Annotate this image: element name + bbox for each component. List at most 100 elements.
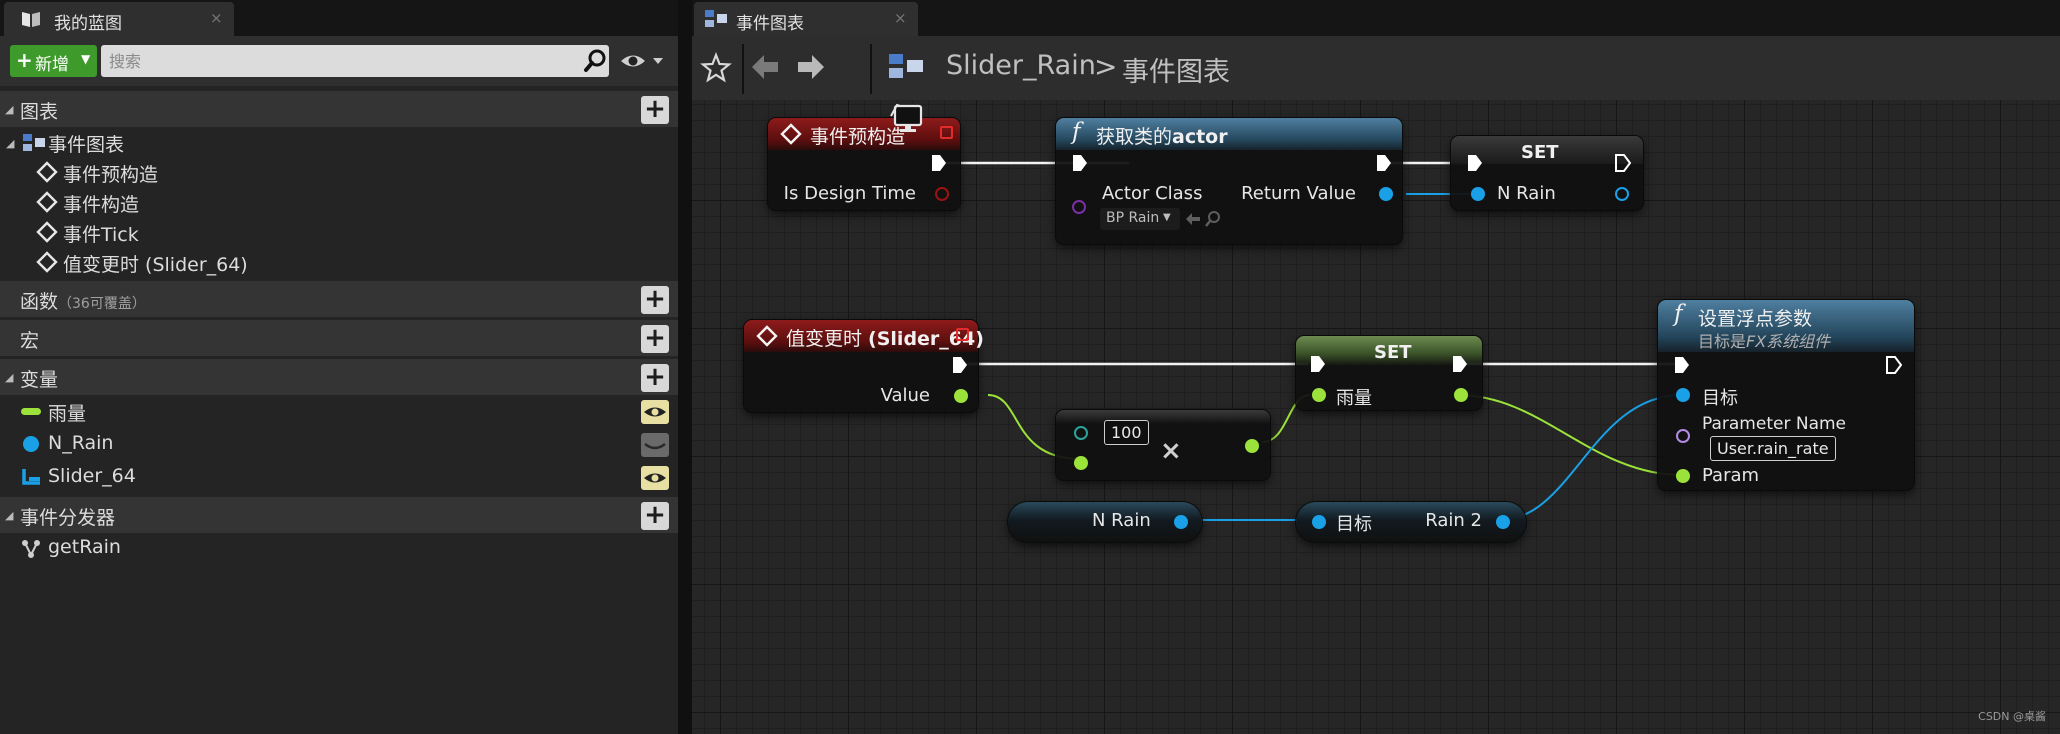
add-function-button[interactable]: + [641,286,669,314]
add-dispatcher-button[interactable]: + [641,502,669,530]
search-input[interactable] [101,45,609,77]
back-arrow-icon[interactable] [750,52,780,82]
float-wire [1457,394,1683,476]
add-graph-button[interactable]: + [641,96,669,124]
float-in-pin[interactable] [1676,469,1690,483]
event-diamond-icon [36,191,58,213]
parameter-name-input[interactable]: User.rain_rate [1710,436,1836,461]
object-out-pin[interactable] [1379,187,1393,201]
blueprint-graph-canvas[interactable]: 事件预构造 Is Design Time f 获取类的actor Actor C… [692,100,2060,734]
browse-search-icon[interactable] [1204,210,1222,228]
eye-icon[interactable] [641,466,669,490]
tab-label: 我的蓝图 [54,14,122,34]
node-event-preconstruct[interactable]: 事件预构造 Is Design Time [768,118,960,210]
delegate-pin[interactable] [940,126,953,139]
node-set-float-parameter[interactable]: f 设置浮点参数 目标是FX系统组件 目标 Parameter Name Use… [1658,300,1914,490]
left-tab-bar: 我的蓝图 × [0,0,678,36]
constant-input[interactable]: 100 [1104,420,1149,445]
add-new-button[interactable]: + 新增 ▼ [10,45,97,77]
bool-out-pin[interactable] [935,187,949,201]
section-graphs[interactable]: ◢ 图表 + [0,91,678,127]
star-icon[interactable] [700,52,732,84]
tree-item-on-value-changed[interactable]: 值变更时 (Slider_64) [36,248,376,276]
dispatcher-item-getrain[interactable]: getRain [20,534,320,562]
float-in-pin[interactable] [1074,456,1088,470]
exec-in-pin[interactable] [1674,356,1690,374]
class-in-pin[interactable] [1072,200,1086,214]
close-icon[interactable]: × [894,9,907,27]
exec-out-pin[interactable] [952,356,968,374]
pin-label: Actor Class [1102,183,1203,204]
section-functions[interactable]: 函数（36可覆盖） + [0,281,678,317]
float-in-pin[interactable] [1074,426,1088,440]
variable-item-slider[interactable]: Slider_64 [20,463,320,491]
float-out-pin[interactable] [954,389,968,403]
object-in-pin[interactable] [1312,515,1326,529]
node-get-n-rain[interactable]: N Rain [1008,502,1202,542]
section-title-text: 函数 [20,291,59,313]
use-selected-arrow-icon[interactable] [1184,210,1202,228]
float-out-pin[interactable] [1245,439,1259,453]
collapse-arrow-icon[interactable]: ◢ [6,137,14,150]
section-variables[interactable]: ◢ 变量 + [0,359,678,395]
node-set-n-rain[interactable]: SET N Rain [1451,136,1643,210]
collapse-arrow-icon[interactable]: ◢ [5,509,13,522]
tree-item-event-graph[interactable]: ◢ 事件图表 [6,128,306,156]
section-macros[interactable]: 宏 + [0,320,678,356]
node-set-rainfall[interactable]: SET 雨量 [1296,336,1482,410]
add-variable-button[interactable]: + [641,364,669,392]
exec-out-pin[interactable] [1376,154,1392,172]
exec-in-pin[interactable] [1072,154,1088,172]
object-out-pin[interactable] [1496,515,1510,529]
variable-label: 雨量 [48,403,87,425]
exec-in-pin[interactable] [1310,355,1326,373]
section-event-dispatchers[interactable]: ◢ 事件分发器 + [0,497,678,533]
float-out-pin[interactable] [1454,388,1468,402]
node-get-actor-of-class[interactable]: f 获取类的actor Actor Class BP Rain ▼ Return… [1056,118,1402,244]
name-in-pin[interactable] [1676,429,1690,443]
node-subtitle-em: FX系统组件 [1746,332,1831,351]
search-icon[interactable] [583,47,609,73]
delegate-pin[interactable] [956,328,969,341]
breadcrumb-separator-icon: > [1094,50,1118,83]
panel-splitter[interactable] [678,0,692,734]
section-title: 事件分发器 [20,507,116,529]
object-in-pin[interactable] [1676,388,1690,402]
node-on-value-changed[interactable]: 值变更时 (Slider_64) Value [744,320,984,412]
float-in-pin[interactable] [1312,388,1326,402]
event-graph-icon [23,134,45,151]
exec-out-pin[interactable] [1452,355,1468,373]
exec-out-pin[interactable] [931,154,947,172]
node-multiply[interactable]: 100 × [1056,410,1270,480]
forward-arrow-icon[interactable] [796,52,826,82]
eye-icon[interactable] [641,400,669,424]
tree-item-event-construct[interactable]: 事件构造 [36,188,336,216]
exec-out-pin[interactable] [1615,154,1631,172]
pin-label: 目标 [1336,514,1372,535]
variable-label: Slider_64 [48,465,136,487]
breadcrumb-blueprint[interactable]: Slider_Rain [946,50,1096,81]
object-out-pin[interactable] [1615,187,1629,201]
variable-item-n-rain[interactable]: N_Rain [20,430,320,458]
eye-icon[interactable] [619,50,667,72]
close-icon[interactable]: × [210,9,223,27]
section-title: 图表 [20,101,59,123]
collapse-arrow-icon[interactable]: ◢ [5,103,13,116]
object-out-pin[interactable] [1174,515,1188,529]
breadcrumb-graph[interactable]: 事件图表 [1122,50,1230,89]
eye-closed-icon[interactable] [641,433,669,457]
class-select[interactable]: BP Rain ▼ [1100,208,1180,230]
tree-item-event-preconstruct[interactable]: 事件预构造 [36,158,336,186]
tab-my-blueprint[interactable]: 我的蓝图 × [4,2,234,36]
exec-out-pin[interactable] [1886,356,1902,374]
node-title-prefix: 值变更时 [786,328,869,350]
tree-item-event-tick[interactable]: 事件Tick [36,218,336,246]
event-diamond-icon [780,123,802,145]
exec-in-pin[interactable] [1467,154,1483,172]
node-get-rain2[interactable]: 目标 Rain 2 [1296,502,1526,542]
collapse-arrow-icon[interactable]: ◢ [5,371,13,384]
tab-event-graph[interactable]: 事件图表 × [694,2,918,36]
variable-item-rainfall[interactable]: 雨量 [20,397,320,425]
add-macro-button[interactable]: + [641,325,669,353]
object-in-pin[interactable] [1471,187,1485,201]
